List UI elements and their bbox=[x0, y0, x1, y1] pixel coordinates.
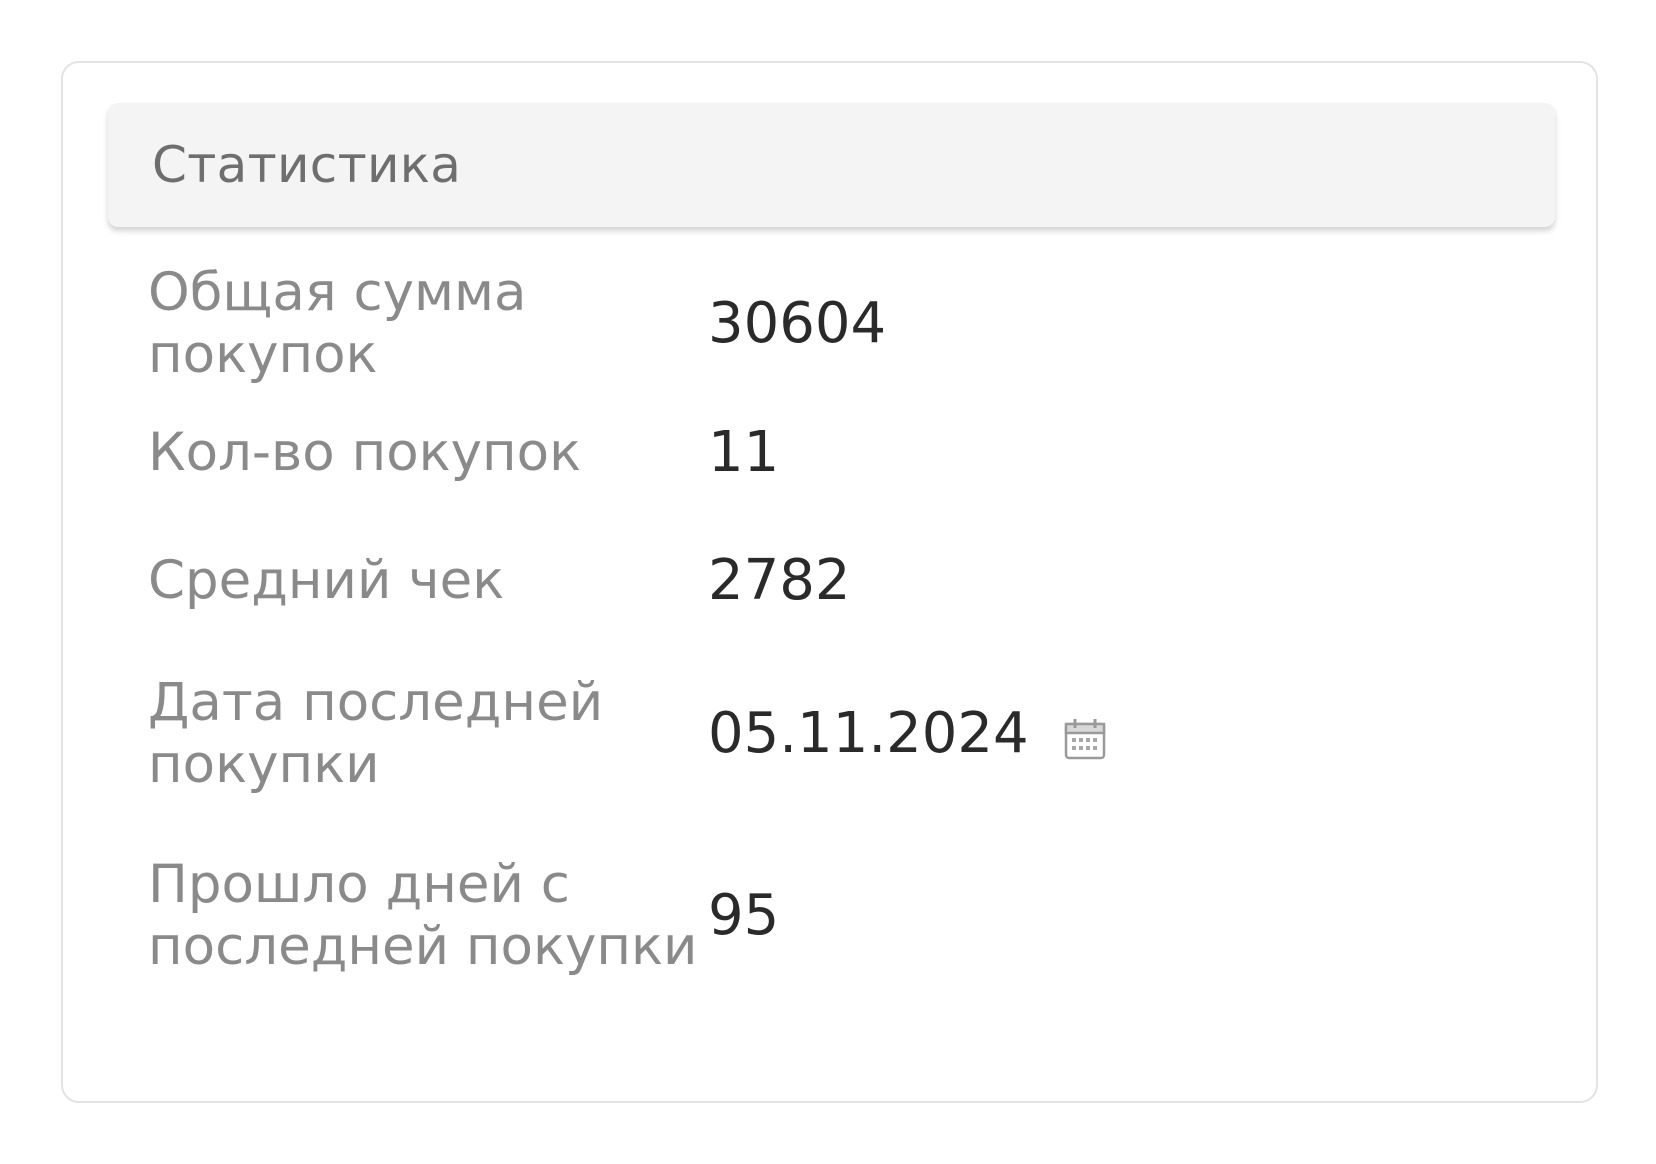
stat-value-last-purchase-date: 05.11.2024 bbox=[708, 703, 1107, 765]
stat-value-days-since-last-purchase: 95 bbox=[708, 885, 779, 947]
panel-title: Статистика bbox=[152, 136, 462, 194]
stat-label-last-purchase-date: Дата последней покупки bbox=[148, 672, 604, 795]
stat-value-purchase-count: 11 bbox=[708, 422, 779, 484]
stat-label-purchase-count: Кол-во покупок bbox=[148, 422, 582, 483]
stat-row-average-check: Средний чек 2782 bbox=[148, 541, 1548, 621]
stat-value-total-sum: 30604 bbox=[708, 293, 886, 355]
stat-label-total-sum: Общая сумма покупок bbox=[148, 262, 527, 385]
stat-row-days-since-last-purchase: Прошло дней с последней покупки 95 bbox=[148, 821, 1548, 1011]
stat-row-purchase-count: Кол-во покупок 11 bbox=[148, 413, 1548, 493]
stat-label-days-since-last-purchase: Прошло дней с последней покупки bbox=[148, 854, 698, 977]
stat-label-average-check: Средний чек bbox=[148, 550, 505, 611]
stat-row-total-sum: Общая сумма покупок 30604 bbox=[148, 259, 1548, 389]
calendar-icon[interactable] bbox=[1063, 712, 1107, 760]
stat-value-text: 11 bbox=[708, 420, 780, 485]
statistics-header[interactable]: Статистика bbox=[108, 103, 1555, 227]
stat-value-text: 30604 bbox=[708, 291, 887, 356]
stat-row-last-purchase-date: Дата последней покупки 05.11.2024 bbox=[148, 669, 1548, 799]
stat-value-average-check: 2782 bbox=[708, 550, 851, 612]
stat-value-text: 2782 bbox=[708, 548, 851, 613]
stat-value-text: 05.11.2024 bbox=[708, 701, 1029, 766]
statistics-card: Статистика Общая сумма покупок 30604 Кол… bbox=[61, 61, 1598, 1103]
stat-value-text: 95 bbox=[708, 883, 780, 948]
